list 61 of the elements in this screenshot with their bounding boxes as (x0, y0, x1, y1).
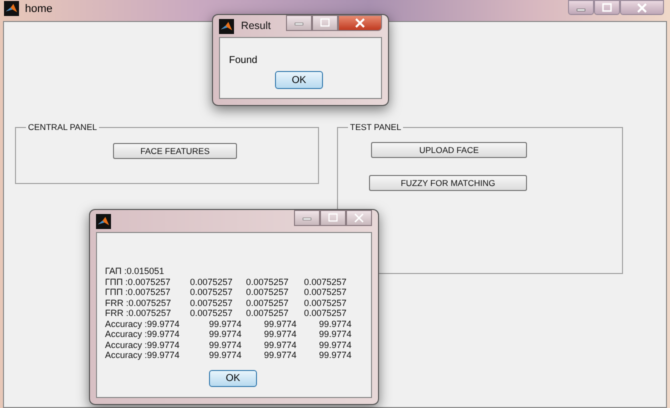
result-value: 99.9774 (319, 350, 353, 360)
result-value: 99.9774 (264, 350, 298, 360)
result-value: 99.9774 (209, 340, 243, 350)
result-value: Accuracy :99.9774 (105, 329, 181, 340)
maximize-icon (319, 18, 331, 28)
maximize-button[interactable] (594, 0, 620, 15)
close-icon (636, 2, 648, 12)
panel-button[interactable]: FUZZY FOR MATCHING (369, 175, 527, 191)
result-value: FRR :0.0075257 (105, 298, 172, 308)
close-button[interactable] (338, 15, 382, 31)
close-icon (353, 213, 365, 223)
minimize-button[interactable] (294, 210, 320, 226)
result-value: 0.0075257 (190, 298, 234, 308)
result-value: 99.9774 (264, 329, 298, 340)
maximize-icon (327, 213, 339, 223)
result-value: 99.9774 (209, 318, 243, 329)
minimize-button[interactable] (568, 0, 594, 15)
result-value: Accuracy :99.9774 (105, 318, 181, 329)
result-value: 0.0075257 (190, 287, 234, 298)
result-value: 99.9774 (319, 340, 353, 350)
close-icon (354, 18, 366, 28)
result-value: 99.9774 (264, 340, 298, 350)
result-value: 99.9774 (209, 329, 243, 340)
result-value: 0.0075257 (304, 298, 348, 308)
app-icon (219, 18, 234, 34)
result-value: 99.9774 (319, 329, 353, 340)
result-value: Accuracy :99.9774 (105, 340, 181, 350)
minimize-button[interactable] (286, 15, 312, 31)
result-value: 0.0075257 (304, 308, 348, 318)
result-value: 0.0075257 (190, 308, 234, 318)
message-text: Found (229, 55, 258, 66)
maximize-button[interactable] (320, 210, 346, 226)
result-value: 0.0075257 (246, 276, 290, 287)
maximize-icon (601, 2, 613, 12)
result-value: FRR :0.0075257 (105, 308, 172, 318)
result-value: 0.0075257 (190, 276, 234, 287)
ok-button[interactable]: OK (209, 370, 257, 387)
result-value: 99.9774 (264, 318, 298, 329)
result-value: ГПП :0.0075257 (105, 276, 172, 287)
ok-button[interactable]: OK (275, 71, 323, 89)
app-icon (96, 214, 111, 228)
result-value: 0.0075257 (246, 308, 290, 318)
maximize-button[interactable] (312, 15, 338, 31)
panel-title: CENTRAL PANEL (27, 122, 98, 132)
panel-title: TEST PANEL (349, 122, 402, 132)
result-value: 0.0075257 (304, 276, 348, 287)
result-value: 0.0075257 (246, 287, 290, 298)
result-value: 0.0075257 (304, 287, 348, 298)
result-value: ГПП :0.0075257 (105, 287, 172, 298)
result-value: 99.9774 (319, 318, 353, 329)
dialog-title: Result (241, 20, 271, 32)
panel-button[interactable]: FACE FEATURES (113, 143, 237, 159)
result-value: 0.0075257 (246, 298, 290, 308)
result-value: Accuracy :99.9774 (105, 350, 181, 360)
panel-button[interactable]: UPLOAD FACE (371, 142, 527, 158)
app-icon (4, 1, 19, 16)
result-value: ГАП :0.015051 (105, 266, 166, 276)
close-button[interactable] (620, 0, 664, 15)
result-value: 99.9774 (209, 350, 243, 360)
close-button[interactable] (346, 210, 372, 226)
window-title: home (25, 2, 53, 14)
